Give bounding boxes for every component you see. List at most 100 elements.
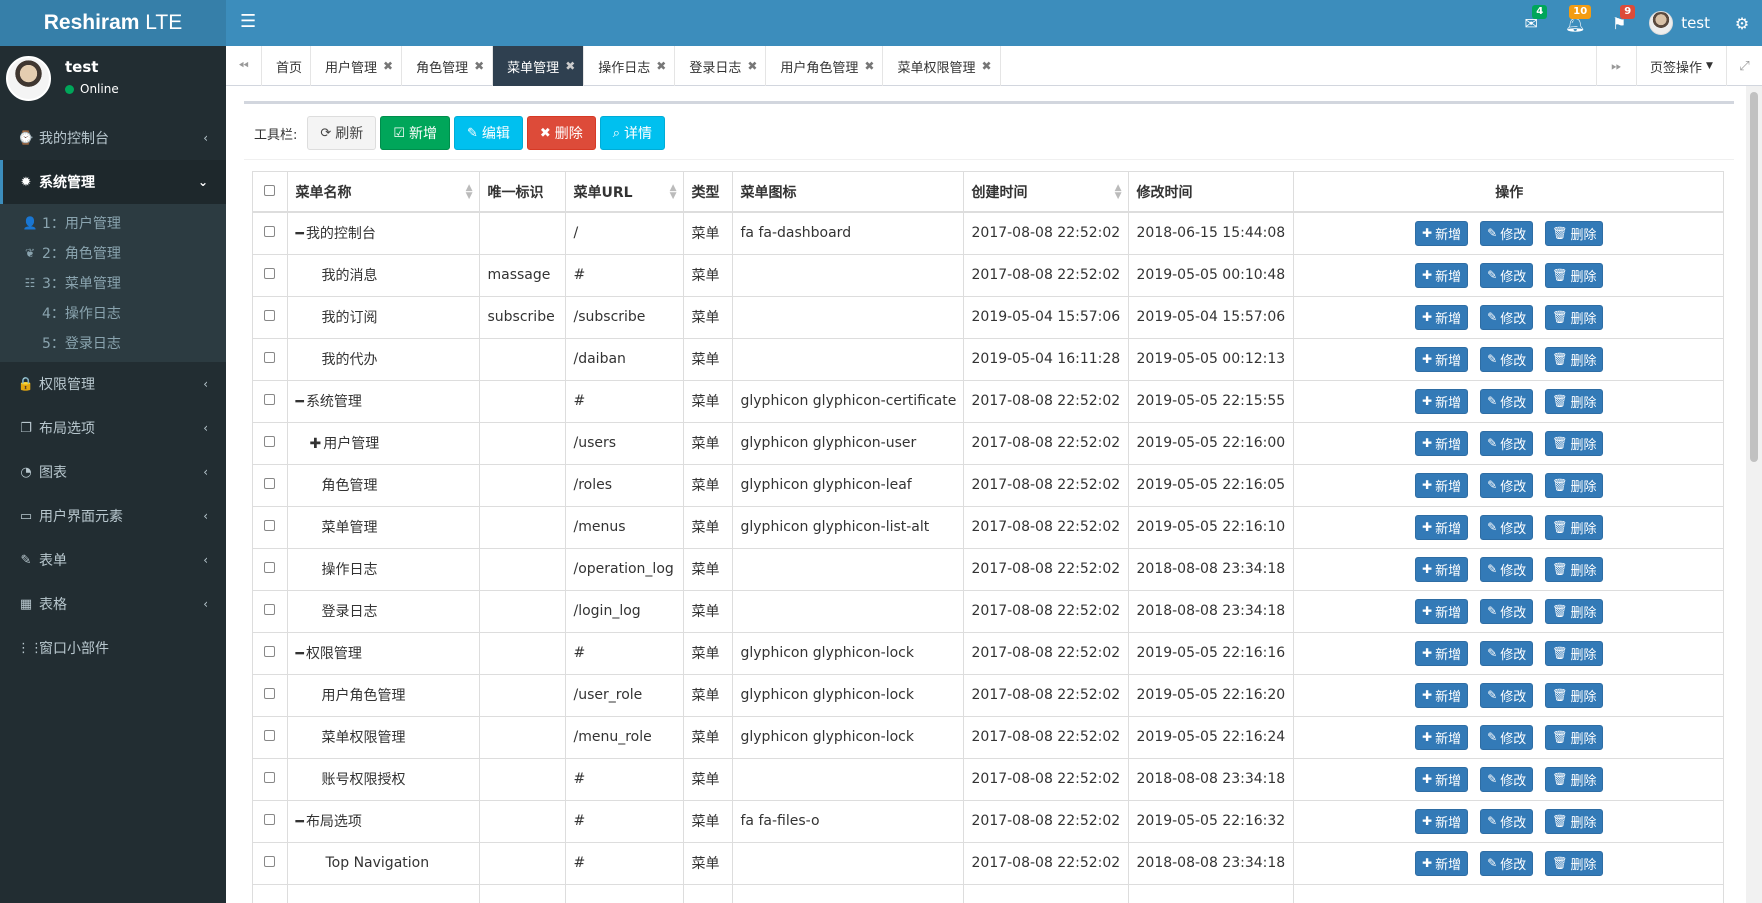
header-created[interactable]: 创建时间 ▲ ▼ xyxy=(963,172,1129,213)
row-delete-button[interactable]: 🗑︎ 删除 xyxy=(1545,514,1604,540)
row-select-cell[interactable] xyxy=(253,841,288,884)
sidebar-item-charts[interactable]: ◔ 图表 ‹ xyxy=(0,450,226,494)
delete-button[interactable]: ✖ 删除 xyxy=(526,116,596,150)
row-checkbox[interactable] xyxy=(264,520,276,531)
tree-toggle-icon[interactable]: ━ xyxy=(296,226,304,242)
row-edit-button[interactable]: ✎ 修改 xyxy=(1480,808,1534,834)
row-edit-button[interactable]: ✎ 修改 xyxy=(1480,514,1534,540)
table-row[interactable]: 操作日志/operation_log 菜单 2017-08-08 22:52:02 2… xyxy=(253,547,1723,590)
row-delete-button[interactable]: 🗑︎ 删除 xyxy=(1545,304,1604,330)
page-scrollbar[interactable] xyxy=(1746,86,1762,903)
tree-toggle-icon[interactable]: ✚ xyxy=(310,436,322,452)
table-row[interactable] xyxy=(253,883,1723,903)
row-select-cell[interactable] xyxy=(253,379,288,422)
row-checkbox[interactable] xyxy=(264,772,276,783)
user-menu[interactable]: test xyxy=(1641,0,1722,46)
add-button[interactable]: ☑ 新增 xyxy=(380,116,450,150)
row-add-button[interactable]: ✚ 新增 xyxy=(1415,388,1469,414)
row-checkbox[interactable] xyxy=(264,478,276,489)
row-edit-button[interactable]: ✎ 修改 xyxy=(1480,430,1534,456)
tree-toggle-icon[interactable]: ━ xyxy=(296,394,304,410)
tabs-scroll-left-icon[interactable]: ⏪︎ xyxy=(226,46,262,86)
app-logo[interactable]: Reshiram LTE xyxy=(0,0,226,46)
row-edit-button[interactable]: ✎ 修改 xyxy=(1480,346,1534,372)
row-select-cell[interactable] xyxy=(253,463,288,506)
row-delete-button[interactable]: 🗑︎ 删除 xyxy=(1545,430,1604,456)
row-checkbox[interactable] xyxy=(264,730,276,741)
row-checkbox[interactable] xyxy=(264,394,276,405)
row-edit-button[interactable]: ✎ 修改 xyxy=(1480,850,1534,876)
row-checkbox[interactable] xyxy=(264,436,276,447)
sidebar-subitem-menus[interactable]: ☷ 3：菜单管理 xyxy=(0,268,226,298)
row-edit-button[interactable]: ✎ 修改 xyxy=(1480,640,1534,666)
row-select-cell[interactable] xyxy=(253,589,288,632)
table-row[interactable]: ━ 我的控制台 / 菜单 fa fa-dashboard 2017-08-08 22:52… xyxy=(253,211,1723,254)
row-checkbox[interactable] xyxy=(264,856,276,867)
row-add-button[interactable]: ✚ 新增 xyxy=(1415,598,1469,624)
tab-menu-permissions[interactable]: 菜单权限管理 ✖ xyxy=(883,46,1001,86)
sidebar-item-dashboard[interactable]: ⌚ 我的控制台 ‹ xyxy=(0,116,226,160)
scrollbar-thumb[interactable] xyxy=(1750,92,1758,462)
row-delete-button[interactable]: 🗑︎ 删除 xyxy=(1545,682,1604,708)
row-select-cell[interactable] xyxy=(253,799,288,842)
table-row[interactable]: 账号权限授权 # 菜单 2017-08-08 22:52:02 2018-08-08 2… xyxy=(253,757,1723,800)
row-delete-button[interactable]: 🗑︎ 删除 xyxy=(1545,724,1604,750)
close-icon[interactable]: ✖ xyxy=(982,59,992,73)
table-row[interactable]: ━ 布局选项 # 菜单 fa fa-files-o 2017-08-08 22:52:02… xyxy=(253,799,1723,842)
row-add-button[interactable]: ✚ 新增 xyxy=(1415,808,1469,834)
row-checkbox[interactable] xyxy=(264,226,276,238)
row-checkbox[interactable] xyxy=(264,310,276,321)
row-delete-button[interactable]: 🗑︎ 删除 xyxy=(1545,346,1604,372)
sidebar-item-tables[interactable]: ▦ 表格 ‹ xyxy=(0,582,226,626)
tab-roles[interactable]: 角色管理 ✖ xyxy=(402,46,494,86)
detail-button[interactable]: ⌕ 详情 xyxy=(599,116,666,150)
table-row[interactable]: 我的代办/daiban 菜单 2019-05-04 16:11:28 2019-05-… xyxy=(253,337,1723,380)
row-add-button[interactable]: ✚ 新增 xyxy=(1415,514,1469,540)
table-row[interactable]: 我的订阅 subscribe/subscribe 菜单 2019-05-04 15:5… xyxy=(253,295,1723,338)
sidebar-item-forms[interactable]: ✎ 表单 ‹ xyxy=(0,538,226,582)
flags-button[interactable]: ⚑ 9 xyxy=(1597,0,1641,46)
close-icon[interactable]: ✖ xyxy=(565,59,575,73)
sidebar-subitem-roles[interactable]: ❦ 2：角色管理 xyxy=(0,238,226,268)
row-edit-button[interactable]: ✎ 修改 xyxy=(1480,220,1534,246)
table-row[interactable]: 菜单权限管理/menu_role 菜单 glyphicon glyphicon-lo… xyxy=(253,715,1723,758)
row-select-cell[interactable] xyxy=(253,883,288,903)
row-delete-button[interactable]: 🗑︎ 删除 xyxy=(1545,472,1604,498)
row-edit-button[interactable]: ✎ 修改 xyxy=(1480,556,1534,582)
row-select-cell[interactable] xyxy=(253,337,288,380)
tab-menus[interactable]: 菜单管理 ✖ xyxy=(493,46,585,86)
row-checkbox[interactable] xyxy=(264,604,276,615)
tab-login-log[interactable]: 登录日志 ✖ xyxy=(675,46,767,86)
row-edit-button[interactable]: ✎ 修改 xyxy=(1480,766,1534,792)
row-select-cell[interactable] xyxy=(253,295,288,338)
table-row[interactable]: ━ 权限管理 # 菜单 glyphicon glyphicon-lock 2017-08-… xyxy=(253,631,1723,674)
sidebar-item-layout[interactable]: ❐ 布局选项 ‹ xyxy=(0,406,226,450)
close-icon[interactable]: ✖ xyxy=(656,59,666,73)
tab-operation-log[interactable]: 操作日志 ✖ xyxy=(584,46,676,86)
row-edit-button[interactable]: ✎ 修改 xyxy=(1480,304,1534,330)
row-checkbox[interactable] xyxy=(264,688,276,699)
row-delete-button[interactable]: 🗑︎ 删除 xyxy=(1545,598,1604,624)
gears-icon[interactable]: ⚙ xyxy=(1722,0,1762,46)
row-delete-button[interactable]: 🗑︎ 删除 xyxy=(1545,850,1604,876)
row-checkbox[interactable] xyxy=(264,646,276,657)
sidebar-subitem-users[interactable]: 👤 1：用户管理 xyxy=(0,208,226,238)
row-select-cell[interactable] xyxy=(253,505,288,548)
table-row[interactable]: ✚ 用户管理/users 菜单 glyphicon glyphicon-user 201… xyxy=(253,421,1723,464)
row-add-button[interactable]: ✚ 新增 xyxy=(1415,724,1469,750)
sidebar-item-widgets[interactable]: ⋮⋮ 窗口小部件 xyxy=(0,626,226,670)
tabs-scroll-right-icon[interactable]: ⏩︎ xyxy=(1596,46,1636,86)
close-icon[interactable]: ✖ xyxy=(383,59,393,73)
close-icon[interactable]: ✖ xyxy=(864,59,874,73)
select-all-checkbox[interactable] xyxy=(264,184,276,196)
row-select-cell[interactable] xyxy=(253,631,288,674)
close-icon[interactable]: ✖ xyxy=(474,59,484,73)
header-url[interactable]: 菜单URL ▲ ▼ xyxy=(565,172,684,213)
notifications-button[interactable]: 🔔︎ 10 xyxy=(1553,0,1597,46)
table-row[interactable]: 登录日志/login_log 菜单 2017-08-08 22:52:02 2018-… xyxy=(253,589,1723,632)
row-select-cell[interactable] xyxy=(253,757,288,800)
row-checkbox[interactable] xyxy=(264,562,276,573)
tree-toggle-icon[interactable]: ━ xyxy=(296,814,304,830)
table-row[interactable]: 角色管理/roles 菜单 glyphicon glyphicon-leaf 2017… xyxy=(253,463,1723,506)
row-delete-button[interactable]: 🗑︎ 删除 xyxy=(1545,766,1604,792)
